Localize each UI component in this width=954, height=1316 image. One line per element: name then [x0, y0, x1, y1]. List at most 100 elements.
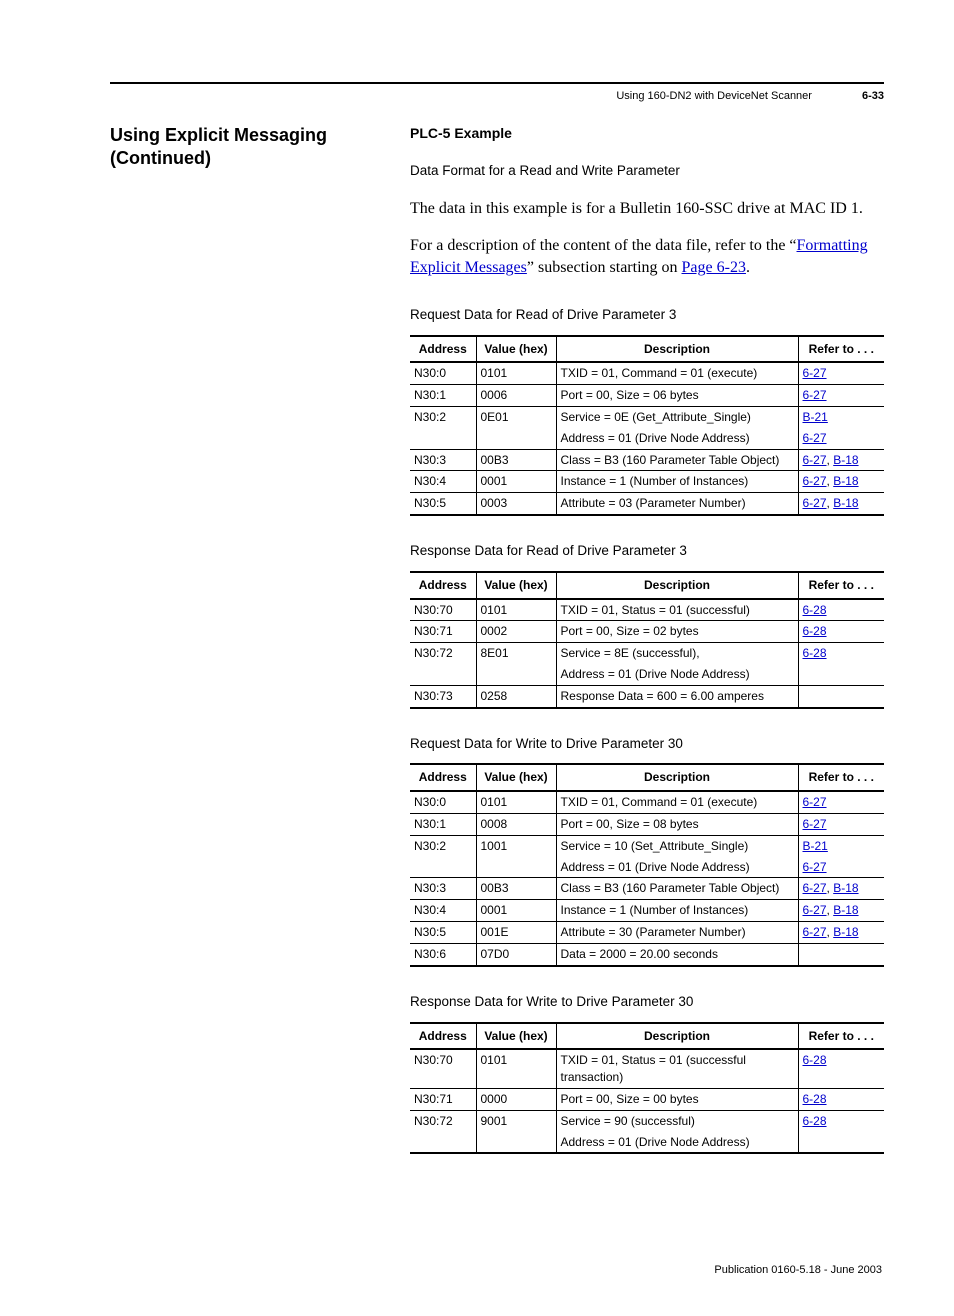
table-row: N30:40001Instance = 1 (Number of Instanc…: [410, 471, 884, 493]
paragraph-1: The data in this example is for a Bullet…: [410, 198, 884, 220]
reference-link[interactable]: 6-27: [803, 817, 827, 831]
reference-link[interactable]: 6-27: [803, 496, 827, 510]
cell-address: N30:3: [410, 878, 476, 900]
reference-link[interactable]: B-21: [803, 410, 828, 424]
cell-value: 0002: [476, 621, 556, 643]
cell-value: 8E01: [476, 643, 556, 664]
cell-refer: [798, 664, 884, 685]
cell-value: 0001: [476, 471, 556, 493]
cell-value: [476, 857, 556, 878]
cell-address: [410, 428, 476, 449]
para2-end: .: [746, 259, 750, 276]
cell-address: N30:5: [410, 493, 476, 515]
cell-description: Service = 90 (successful): [556, 1110, 798, 1131]
table-row: Address = 01 (Drive Node Address)6-27: [410, 857, 884, 878]
data-table: AddressValue (hex)DescriptionRefer to . …: [410, 335, 884, 516]
reference-link[interactable]: 6-28: [803, 646, 827, 660]
table-row: N30:700101TXID = 01, Status = 01 (succes…: [410, 1049, 884, 1088]
reference-link[interactable]: 6-28: [803, 1114, 827, 1128]
cell-address: N30:71: [410, 621, 476, 643]
cell-address: N30:1: [410, 385, 476, 407]
table-row: N30:10006Port = 00, Size = 06 bytes6-27: [410, 385, 884, 407]
cell-address: N30:71: [410, 1088, 476, 1110]
reference-link[interactable]: B-18: [833, 925, 858, 939]
column-header: Address: [410, 572, 476, 599]
cell-address: N30:1: [410, 814, 476, 836]
cell-address: N30:2: [410, 835, 476, 856]
reference-link[interactable]: 6-27: [803, 388, 827, 402]
reference-link[interactable]: 6-28: [803, 1092, 827, 1106]
reference-link[interactable]: 6-28: [803, 1053, 827, 1067]
table-row: Address = 01 (Drive Node Address)6-27: [410, 428, 884, 449]
running-header: Using 160-DN2 with DeviceNet Scanner 6-3…: [110, 90, 884, 102]
table-row: N30:10008Port = 00, Size = 08 bytes 6-27: [410, 814, 884, 836]
reference-link[interactable]: 6-27: [803, 795, 827, 809]
reference-link[interactable]: B-18: [833, 474, 858, 488]
reference-link[interactable]: 6-27: [803, 453, 827, 467]
cell-address: N30:3: [410, 449, 476, 471]
table-row: N30:730258Response Data = 600 = 6.00 amp…: [410, 685, 884, 707]
cell-value: 1001: [476, 835, 556, 856]
reference-link[interactable]: B-18: [833, 903, 858, 917]
reference-link[interactable]: 6-27: [803, 903, 827, 917]
column-header: Refer to . . .: [798, 764, 884, 791]
reference-link[interactable]: 6-27: [803, 431, 827, 445]
reference-link[interactable]: 6-27: [803, 366, 827, 380]
cell-address: N30:2: [410, 406, 476, 427]
cell-refer: [798, 685, 884, 707]
column-header: Description: [556, 336, 798, 363]
column-header: Value (hex): [476, 572, 556, 599]
reference-link[interactable]: B-21: [803, 839, 828, 853]
cell-refer: [798, 1132, 884, 1154]
cell-address: N30:72: [410, 1110, 476, 1131]
intro-line: Data Format for a Read and Write Paramet…: [410, 162, 884, 181]
cell-refer: 6-27: [798, 791, 884, 813]
reference-link[interactable]: 6-27: [803, 881, 827, 895]
link-page-6-23[interactable]: Page 6-23: [682, 259, 746, 276]
cell-value: 0000: [476, 1088, 556, 1110]
column-header: Address: [410, 336, 476, 363]
cell-description: Response Data = 600 = 6.00 amperes: [556, 685, 798, 707]
reference-link[interactable]: 6-28: [803, 603, 827, 617]
cell-description: Instance = 1 (Number of Instances): [556, 471, 798, 493]
cell-refer: 6-27, B-18: [798, 878, 884, 900]
column-header: Value (hex): [476, 764, 556, 791]
cell-refer: 6-27, B-18: [798, 493, 884, 515]
cell-address: N30:4: [410, 900, 476, 922]
cell-refer: 6-28: [798, 599, 884, 621]
cell-value: 0006: [476, 385, 556, 407]
cell-address: N30:4: [410, 471, 476, 493]
cell-value: 0008: [476, 814, 556, 836]
table-row: N30:728E01Service = 8E (successful),6-28: [410, 643, 884, 664]
cell-description: TXID = 01, Status = 01 (successful trans…: [556, 1049, 798, 1088]
cell-value: 0101: [476, 1049, 556, 1088]
table-row: N30:700101TXID = 01, Status = 01 (succes…: [410, 599, 884, 621]
cell-refer: 6-28: [798, 1088, 884, 1110]
table-row: N30:710002Port = 00, Size = 02 bytes 6-28: [410, 621, 884, 643]
page: Using 160-DN2 with DeviceNet Scanner 6-3…: [0, 0, 954, 1316]
cell-description: Port = 00, Size = 08 bytes: [556, 814, 798, 836]
column-header: Address: [410, 1023, 476, 1050]
table-caption: Response Data for Write to Drive Paramet…: [410, 993, 884, 1012]
cell-refer: 6-27, B-18: [798, 449, 884, 471]
page-number: 6-33: [862, 90, 884, 102]
reference-link[interactable]: B-18: [833, 453, 858, 467]
reference-link[interactable]: 6-28: [803, 624, 827, 638]
cell-value: 0101: [476, 599, 556, 621]
reference-link[interactable]: 6-27: [803, 925, 827, 939]
reference-link[interactable]: 6-27: [803, 860, 827, 874]
data-table: AddressValue (hex)DescriptionRefer to . …: [410, 1022, 884, 1155]
reference-link[interactable]: 6-27: [803, 474, 827, 488]
table-row: N30:300B3Class = B3 (160 Parameter Table…: [410, 878, 884, 900]
table-caption: Request Data for Write to Drive Paramete…: [410, 735, 884, 754]
reference-link[interactable]: B-18: [833, 496, 858, 510]
cell-refer: 6-28: [798, 1110, 884, 1131]
cell-address: N30:70: [410, 1049, 476, 1088]
cell-description: Port = 00, Size = 02 bytes: [556, 621, 798, 643]
table-row: Address = 01 (Drive Node Address): [410, 664, 884, 685]
cell-refer: B-21: [798, 406, 884, 427]
reference-link[interactable]: B-18: [833, 881, 858, 895]
cell-refer: 6-27, B-18: [798, 471, 884, 493]
column-header: Refer to . . .: [798, 336, 884, 363]
cell-description: Attribute = 03 (Parameter Number): [556, 493, 798, 515]
